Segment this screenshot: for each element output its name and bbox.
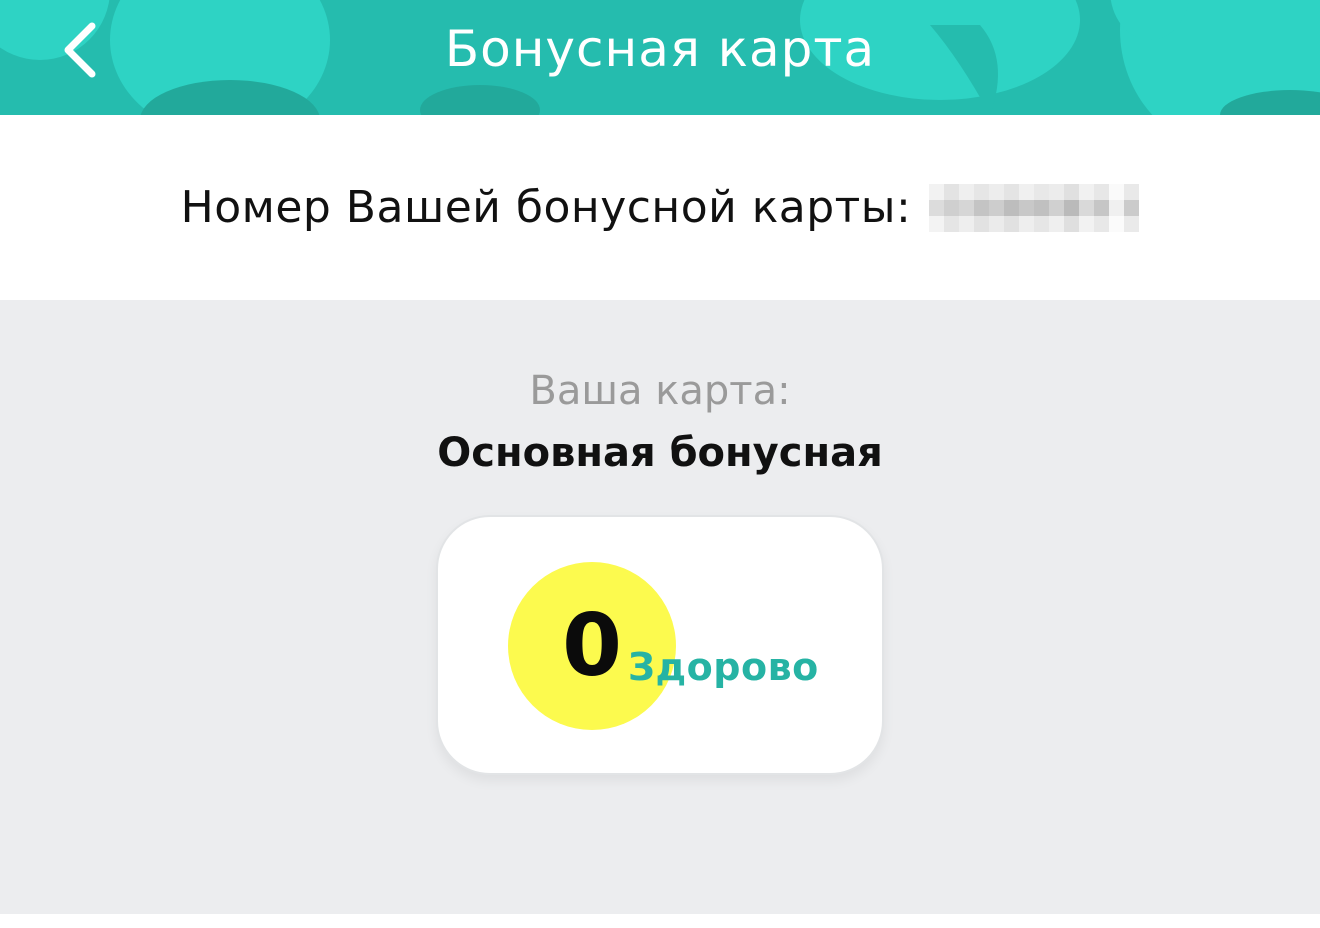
balance-card[interactable]: 0 Здорово xyxy=(436,515,884,775)
card-number-section: Номер Вашей бонусной карты: xyxy=(0,115,1320,300)
card-number-row: Номер Вашей бонусной карты: xyxy=(181,182,1140,233)
bottom-strip xyxy=(0,914,1320,928)
card-number-label: Номер Вашей бонусной карты: xyxy=(180,182,912,233)
balance-caption: Здорово xyxy=(628,645,819,689)
card-type-name: Основная бонусная xyxy=(437,430,883,476)
card-number-masked-value xyxy=(929,183,1140,232)
card-type-label: Ваша карта: xyxy=(529,368,791,414)
bonus-card-screen: Бонусная карта Номер Вашей бонусной карт… xyxy=(0,0,1320,928)
header: Бонусная карта xyxy=(0,0,1320,115)
page-title: Бонусная карта xyxy=(444,20,876,78)
